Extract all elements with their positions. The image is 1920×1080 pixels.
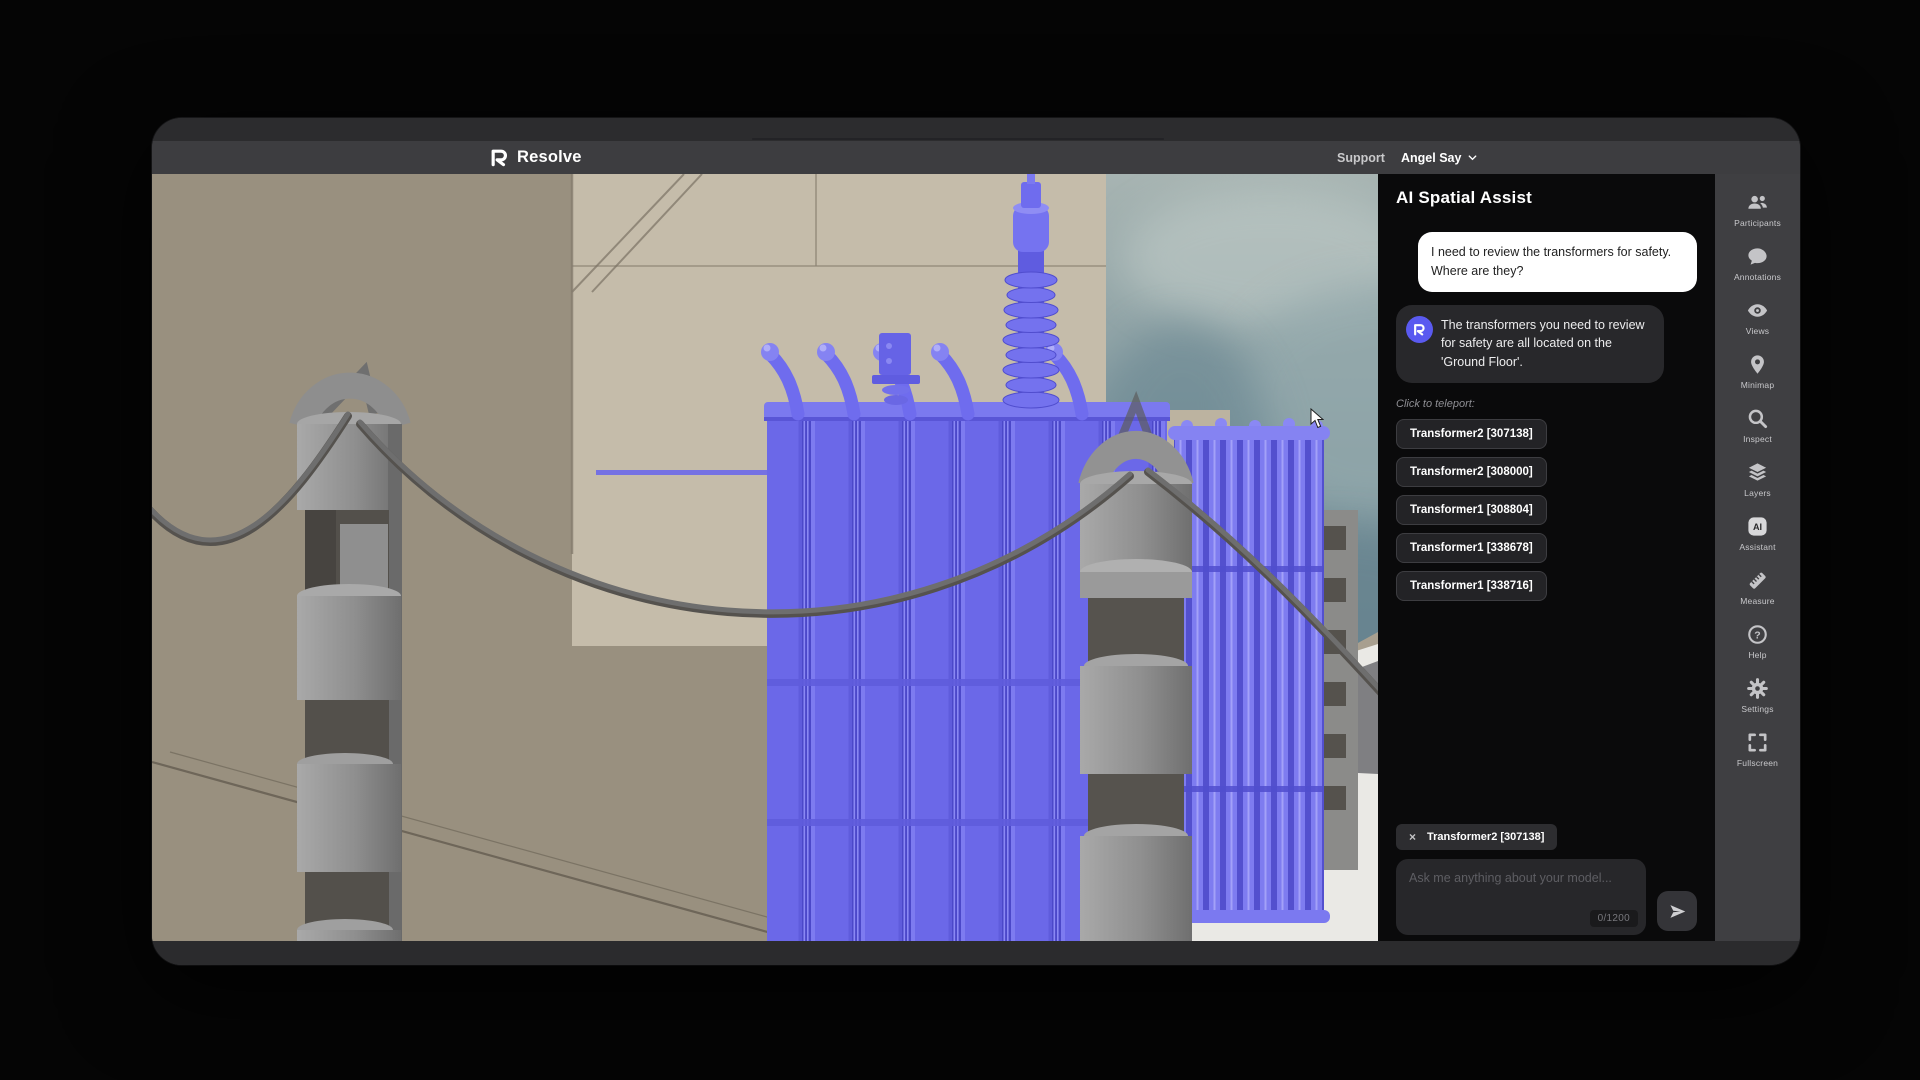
- participants-icon: [1746, 191, 1769, 214]
- assistant-message-text: The transformers you need to review for …: [1441, 318, 1645, 370]
- sidebar-item-participants[interactable]: Participants: [1715, 182, 1800, 236]
- sidebar-item-layers[interactable]: Layers: [1715, 452, 1800, 506]
- inspect-icon: [1746, 407, 1769, 430]
- sidebar-label: Assistant: [1739, 542, 1775, 552]
- sidebar-label: Participants: [1734, 218, 1781, 228]
- composer-area: × Transformer2 [307138] 0/1200: [1396, 824, 1697, 935]
- sidebar-item-measure[interactable]: Measure: [1715, 560, 1800, 614]
- teleport-target-list: Transformer2 [307138] Transformer2 [3080…: [1396, 419, 1697, 601]
- minimap-icon: [1746, 353, 1769, 376]
- sidebar-item-annotations[interactable]: Annotations: [1715, 236, 1800, 290]
- teleport-hint: Click to teleport:: [1396, 398, 1697, 410]
- ai-spatial-assist-panel: AI Spatial Assist I need to review the t…: [1378, 174, 1715, 941]
- sidebar-label: Inspect: [1743, 434, 1772, 444]
- panel-title: AI Spatial Assist: [1396, 188, 1697, 208]
- layers-icon: [1746, 461, 1769, 484]
- user-name: Angel Say: [1401, 151, 1461, 165]
- sidebar-label: Fullscreen: [1737, 758, 1778, 768]
- sidebar-item-fullscreen[interactable]: Fullscreen: [1715, 722, 1800, 776]
- fullscreen-icon: [1746, 731, 1769, 754]
- sidebar-label: Annotations: [1734, 272, 1781, 282]
- help-glyph: ?: [1754, 629, 1760, 641]
- resolve-logo-icon: [490, 148, 509, 167]
- support-link[interactable]: Support: [1337, 141, 1385, 174]
- assistant-badge-text: AI: [1753, 522, 1762, 532]
- window-chrome-strip: [152, 118, 1800, 141]
- user-message-bubble: I need to review the transformers for sa…: [1418, 232, 1697, 292]
- teleport-button-transformer1-338716[interactable]: Transformer1 [338716]: [1396, 571, 1547, 601]
- teleport-button-transformer1-338678[interactable]: Transformer1 [338678]: [1396, 533, 1547, 563]
- teleport-button-transformer2-307138[interactable]: Transformer2 [307138]: [1396, 419, 1547, 449]
- pillar-right: [1080, 402, 1192, 941]
- sidebar-label: Measure: [1740, 596, 1774, 606]
- sidebar-label: Help: [1748, 650, 1766, 660]
- annotations-icon: [1746, 245, 1769, 268]
- sidebar-label: Views: [1746, 326, 1770, 336]
- sidebar-item-assistant[interactable]: AI Assistant: [1715, 506, 1800, 560]
- chrome-divider-line: [752, 138, 1164, 140]
- resolve-avatar-icon: [1413, 323, 1426, 336]
- window-footer-strip: [152, 941, 1800, 965]
- help-icon: ?: [1746, 623, 1769, 646]
- message-input-box: 0/1200: [1396, 859, 1646, 935]
- char-counter: 0/1200: [1590, 910, 1638, 927]
- sidebar-label: Layers: [1744, 488, 1771, 498]
- sidebar-item-help[interactable]: ? Help: [1715, 614, 1800, 668]
- sidebar-item-settings[interactable]: Settings: [1715, 668, 1800, 722]
- 3d-viewport[interactable]: [152, 174, 1378, 941]
- send-icon: [1669, 903, 1686, 920]
- chevron-down-icon: [1467, 152, 1478, 163]
- teleport-button-transformer1-308804[interactable]: Transformer1 [308804]: [1396, 495, 1547, 525]
- views-icon: [1746, 299, 1769, 322]
- logo-text: Resolve: [517, 148, 582, 167]
- settings-icon: [1746, 677, 1769, 700]
- sidebar-item-minimap[interactable]: Minimap: [1715, 344, 1800, 398]
- assistant-message-bubble: The transformers you need to review for …: [1396, 305, 1664, 383]
- sidebar-item-inspect[interactable]: Inspect: [1715, 398, 1800, 452]
- teleport-button-transformer2-308000[interactable]: Transformer2 [308000]: [1396, 457, 1547, 487]
- tool-sidebar: Participants Annotations Views: [1715, 174, 1800, 941]
- context-chip[interactable]: × Transformer2 [307138]: [1396, 824, 1557, 850]
- assistant-avatar: [1406, 316, 1433, 343]
- top-bar: Resolve Support Angel Say: [152, 141, 1800, 174]
- send-button[interactable]: [1657, 891, 1697, 931]
- sidebar-label: Settings: [1741, 704, 1773, 714]
- resolve-logo: Resolve: [490, 141, 582, 174]
- sidebar-item-views[interactable]: Views: [1715, 290, 1800, 344]
- app-window: Resolve Support Angel Say: [152, 118, 1800, 965]
- model-scene: [152, 174, 1378, 941]
- assistant-icon: AI: [1746, 515, 1769, 538]
- measure-icon: [1746, 569, 1769, 592]
- user-menu[interactable]: Angel Say: [1401, 141, 1478, 174]
- sidebar-label: Minimap: [1741, 380, 1775, 390]
- chip-label: Transformer2 [307138]: [1427, 831, 1544, 843]
- chip-close-icon[interactable]: ×: [1409, 831, 1416, 843]
